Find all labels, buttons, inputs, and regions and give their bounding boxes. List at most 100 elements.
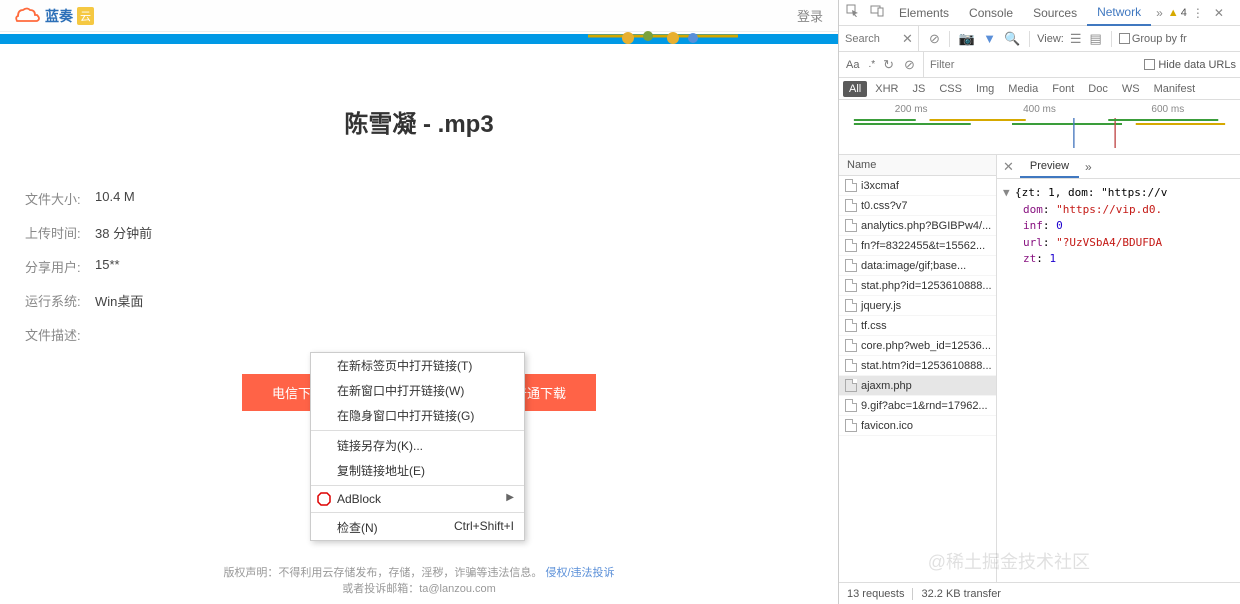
footer-disclaimer: 版权声明：不得利用云存储发布，存储，淫秽，诈骗等违法信息。 xyxy=(223,567,542,579)
preview-more-icon[interactable]: » xyxy=(1079,160,1098,174)
request-row[interactable]: i3xcmaf xyxy=(839,176,996,196)
ctx-save-as[interactable]: 链接另存为(K)... xyxy=(311,433,524,458)
info-value-size: 10.4 M xyxy=(95,189,135,208)
request-row[interactable]: core.php?web_id=12536... xyxy=(839,336,996,356)
footer-complaint-link[interactable]: 侵权/违法投诉 xyxy=(546,567,615,579)
timeline[interactable]: 200 ms 400 ms 600 ms xyxy=(839,100,1240,155)
tab-elements[interactable]: Elements xyxy=(889,1,959,25)
request-row[interactable]: 9.gif?abc=1&rnd=17962... xyxy=(839,396,996,416)
arrow-right-icon: ▶ xyxy=(506,492,514,506)
devtools-panel: Elements Console Sources Network » ▲4 ⋮ … xyxy=(838,0,1240,604)
group-checkbox[interactable] xyxy=(1119,33,1130,44)
file-icon xyxy=(845,219,857,232)
request-name: data:image/gif;base... xyxy=(861,260,966,272)
json-preview: ▼{zt: 1, dom: "https://v dom: "https://v… xyxy=(997,179,1240,274)
close-devtools-icon[interactable]: ✕ xyxy=(1209,2,1229,24)
adblock-icon xyxy=(317,492,331,506)
request-row[interactable]: t0.css?v7 xyxy=(839,196,996,216)
request-row[interactable]: jquery.js xyxy=(839,296,996,316)
info-label-os: 运行系统: xyxy=(25,291,95,310)
file-icon xyxy=(845,299,857,312)
search-clear-icon[interactable]: ✕ xyxy=(899,31,916,47)
large-rows-icon[interactable]: ☰ xyxy=(1068,31,1084,47)
ctx-open-new-window[interactable]: 在新窗口中打开链接(W) xyxy=(311,378,524,403)
ctx-adblock[interactable]: AdBlock▶ xyxy=(311,488,524,510)
device-toolbar-icon[interactable] xyxy=(865,0,889,25)
filter-icon[interactable]: ▼ xyxy=(981,31,998,46)
request-row[interactable]: analytics.php?BGIBPw4/... xyxy=(839,216,996,236)
case-sensitive-icon[interactable]: Aa xyxy=(843,56,862,74)
request-row[interactable]: ajaxm.php xyxy=(839,376,996,396)
regex-icon[interactable]: .* xyxy=(868,59,875,70)
request-name: t0.css?v7 xyxy=(861,200,907,212)
timeline-tick-400: 400 ms xyxy=(1023,104,1056,115)
request-name: favicon.ico xyxy=(861,420,913,432)
type-manifest[interactable]: Manifest xyxy=(1148,81,1202,97)
info-value-os: Win桌面 xyxy=(95,291,143,310)
cloud-icon xyxy=(15,7,41,25)
clear2-icon[interactable]: ⊘ xyxy=(902,57,917,73)
info-value-user: 15** xyxy=(95,257,120,276)
filter-input[interactable] xyxy=(930,59,1030,71)
info-value-time: 38 分钟前 xyxy=(95,223,152,242)
clear-icon[interactable]: ⊘ xyxy=(927,31,942,47)
login-link[interactable]: 登录 xyxy=(797,6,823,25)
ctx-inspect[interactable]: 检查(N)Ctrl+Shift+I xyxy=(311,515,524,540)
camera-icon[interactable]: 📷 xyxy=(957,31,977,47)
ctx-open-new-tab[interactable]: 在新标签页中打开链接(T) xyxy=(311,353,524,378)
refresh-icon[interactable]: ↻ xyxy=(881,57,896,73)
waterfall-icon[interactable]: ▤ xyxy=(1088,31,1104,47)
chevron-right-icon[interactable]: » xyxy=(1151,2,1168,24)
info-label-desc: 文件描述: xyxy=(25,325,95,344)
file-icon xyxy=(845,279,857,292)
transfer-size: 32.2 KB transfer xyxy=(921,588,1001,600)
request-row[interactable]: fn?f=8322455&t=15562... xyxy=(839,236,996,256)
close-preview-icon[interactable]: ✕ xyxy=(997,159,1020,175)
request-row[interactable]: tf.css xyxy=(839,316,996,336)
timeline-tick-200: 200 ms xyxy=(895,104,928,115)
ctx-copy-address[interactable]: 复制链接地址(E) xyxy=(311,458,524,483)
warning-badge[interactable]: ▲4 xyxy=(1168,7,1187,19)
file-icon xyxy=(845,319,857,332)
type-media[interactable]: Media xyxy=(1002,81,1044,97)
inspect-element-icon[interactable] xyxy=(841,0,865,25)
request-row[interactable]: favicon.ico xyxy=(839,416,996,436)
file-icon xyxy=(845,179,857,192)
request-name: jquery.js xyxy=(861,300,901,312)
request-row[interactable]: stat.php?id=1253610888... xyxy=(839,276,996,296)
file-icon xyxy=(845,199,857,212)
tab-network[interactable]: Network xyxy=(1087,0,1151,26)
brand-text: 蓝奏 xyxy=(45,6,73,26)
type-all[interactable]: All xyxy=(843,81,867,97)
request-list: i3xcmaf t0.css?v7 analytics.php?BGIBPw4/..… xyxy=(839,176,996,582)
file-icon xyxy=(845,419,857,432)
type-css[interactable]: CSS xyxy=(933,81,968,97)
tab-sources[interactable]: Sources xyxy=(1023,1,1087,25)
request-row[interactable]: stat.htm?id=1253610888... xyxy=(839,356,996,376)
request-row[interactable]: data:image/gif;base... xyxy=(839,256,996,276)
type-img[interactable]: Img xyxy=(970,81,1000,97)
logo[interactable]: 蓝奏 云 xyxy=(15,6,94,26)
file-icon xyxy=(845,259,857,272)
brand-suffix: 云 xyxy=(77,7,94,25)
more-icon[interactable]: ⋮ xyxy=(1187,2,1209,24)
type-font[interactable]: Font xyxy=(1046,81,1080,97)
tab-console[interactable]: Console xyxy=(959,1,1023,25)
devtools-tab-bar: Elements Console Sources Network » ▲4 ⋮ … xyxy=(839,0,1240,26)
type-js[interactable]: JS xyxy=(906,81,931,97)
name-column-header[interactable]: Name xyxy=(839,155,996,176)
type-xhr[interactable]: XHR xyxy=(869,81,904,97)
type-doc[interactable]: Doc xyxy=(1082,81,1114,97)
search-icon[interactable]: 🔍 xyxy=(1002,31,1022,47)
hide-urls-checkbox[interactable] xyxy=(1144,59,1155,70)
search-input[interactable] xyxy=(843,31,899,47)
footer: 版权声明：不得利用云存储发布，存储，淫秽，诈骗等违法信息。 侵权/违法投诉 或者… xyxy=(0,564,838,596)
collapse-icon[interactable]: ▼ xyxy=(1003,185,1013,202)
preview-tab[interactable]: Preview xyxy=(1020,156,1079,178)
info-label-size: 文件大小: xyxy=(25,189,95,208)
request-name: i3xcmaf xyxy=(861,180,899,192)
type-ws[interactable]: WS xyxy=(1116,81,1146,97)
request-name: tf.css xyxy=(861,320,887,332)
file-icon xyxy=(845,239,857,252)
ctx-open-incognito[interactable]: 在隐身窗口中打开链接(G) xyxy=(311,403,524,428)
